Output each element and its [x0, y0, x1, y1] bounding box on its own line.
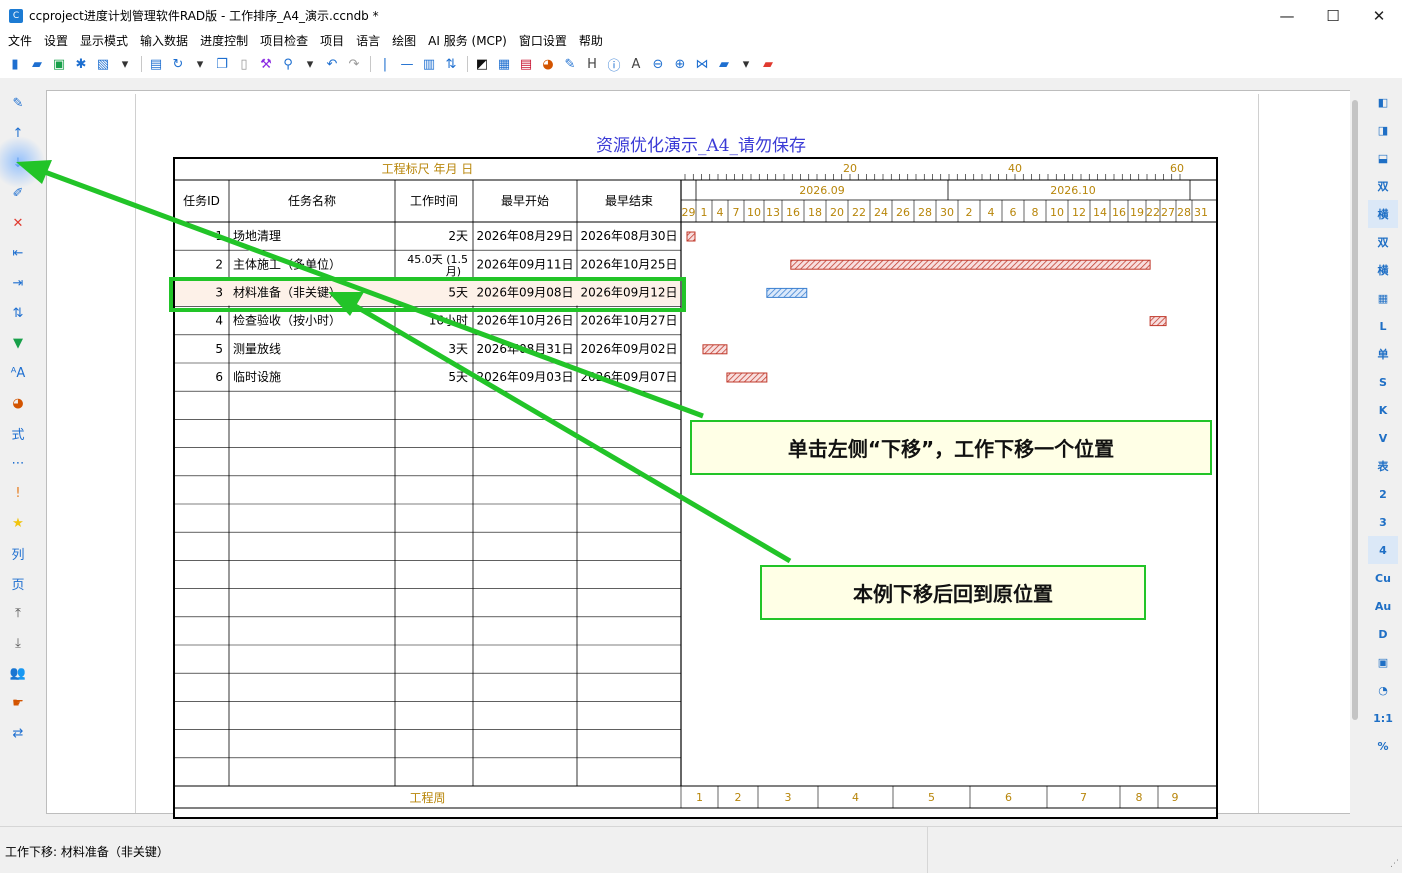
task-name: 临时设施 — [233, 370, 281, 384]
task-end: 2026年10月25日 — [580, 257, 677, 271]
callout-back-to-original: 本例下移后回到原位置 — [760, 565, 1146, 620]
week-label: 3 — [785, 791, 792, 804]
month-label: 2026.09 — [799, 184, 845, 197]
column-header: 最早结束 — [605, 194, 653, 208]
week-label: 4 — [852, 791, 859, 804]
day-label: 27 — [1161, 206, 1175, 219]
callout-move-down: 单击左侧“下移”，工作下移一个位置 — [690, 420, 1212, 475]
day-label: 8 — [1032, 206, 1039, 219]
day-label: 24 — [874, 206, 888, 219]
task-end: 2026年09月12日 — [580, 286, 677, 300]
task-duration: 3天 — [448, 342, 468, 356]
day-label: 20 — [830, 206, 844, 219]
ruler-tick-label: 20 — [843, 162, 857, 175]
task-end: 2026年08月30日 — [580, 229, 677, 243]
task-duration-sub: 月) — [446, 265, 461, 278]
task-start: 2026年09月11日 — [476, 257, 573, 271]
gantt-table: 工程标尺 年月 日 20 40 602026.09 2026.1029 1 4 7 10 13 16… — [173, 157, 1218, 819]
day-label: 31 — [1194, 206, 1208, 219]
task-start: 2026年09月08日 — [476, 286, 573, 300]
month-label: 2026.10 — [1050, 184, 1096, 197]
ruler-tick-label: 40 — [1008, 162, 1022, 175]
day-label: 28 — [918, 206, 932, 219]
gantt-bar — [686, 231, 696, 242]
day-label: 13 — [766, 206, 780, 219]
column-header: 最早开始 — [501, 194, 549, 208]
task-duration: 2天 — [448, 229, 468, 243]
task-name: 测量放线 — [233, 341, 281, 356]
week-label: 8 — [1136, 791, 1143, 804]
day-label: 22 — [852, 206, 866, 219]
day-label: 14 — [1093, 206, 1107, 219]
task-id: 2 — [215, 257, 223, 271]
resize-grip[interactable]: ⋰ — [1390, 859, 1399, 869]
gantt-bar — [766, 287, 808, 298]
task-end: 2026年09月07日 — [580, 370, 677, 384]
week-label: 1 — [696, 791, 703, 804]
task-id: 4 — [215, 314, 223, 328]
gantt-bar — [1149, 316, 1167, 327]
day-label: 4 — [717, 206, 724, 219]
task-duration: 5天 — [448, 286, 468, 300]
column-header: 任务ID — [183, 193, 220, 208]
task-name: 主体施工（多单位） — [233, 256, 341, 271]
ruler-label: 工程标尺 年月 日 — [382, 161, 474, 176]
column-header: 任务名称 — [288, 193, 336, 208]
week-label: 9 — [1172, 791, 1179, 804]
task-start: 2026年09月03日 — [476, 370, 573, 384]
week-label: 5 — [928, 791, 935, 804]
gantt-bar — [702, 344, 728, 355]
day-label: 12 — [1072, 206, 1086, 219]
status-bar: 工作下移: 材料准备（非关键） ⋰ — [0, 826, 1402, 873]
task-duration: 5天 — [448, 370, 468, 384]
task-end: 2026年10月27日 — [580, 314, 677, 328]
day-label: 2 — [966, 206, 973, 219]
status-text: 工作下移: 材料准备（非关键） — [5, 845, 169, 859]
day-label: 1 — [701, 206, 708, 219]
gantt-bar — [726, 372, 768, 383]
day-label: 4 — [988, 206, 995, 219]
footer-label: 工程周 — [409, 790, 445, 805]
week-label: 2 — [735, 791, 742, 804]
column-header: 工作时间 — [410, 194, 458, 208]
day-label: 28 — [1177, 206, 1191, 219]
task-duration: 16小时 — [429, 314, 468, 328]
day-label: 26 — [896, 206, 910, 219]
ruler-tick-label: 60 — [1170, 162, 1184, 175]
day-label: 6 — [1010, 206, 1017, 219]
day-label: 7 — [733, 206, 740, 219]
day-label: 16 — [1112, 206, 1126, 219]
task-id: 5 — [215, 342, 223, 356]
week-label: 6 — [1005, 791, 1012, 804]
task-start: 2026年10月26日 — [476, 314, 573, 328]
day-label: 30 — [940, 206, 954, 219]
day-label: 29 — [682, 206, 696, 219]
week-label: 7 — [1080, 791, 1087, 804]
task-id: 6 — [215, 370, 223, 384]
task-name: 材料准备（非关键） — [233, 286, 341, 300]
task-end: 2026年09月02日 — [580, 342, 677, 356]
task-name: 场地清理 — [233, 229, 281, 243]
task-id: 3 — [215, 286, 223, 300]
gantt-bar — [790, 259, 1151, 270]
task-start: 2026年08月29日 — [476, 229, 573, 243]
day-label: 18 — [808, 206, 822, 219]
task-id: 1 — [215, 229, 223, 243]
status-divider — [927, 827, 928, 873]
day-label: 10 — [1050, 206, 1064, 219]
day-label: 16 — [786, 206, 800, 219]
day-label: 10 — [747, 206, 761, 219]
day-label: 19 — [1130, 206, 1144, 219]
task-start: 2026年08月31日 — [476, 342, 573, 356]
task-name: 检查验收（按小时） — [233, 313, 341, 328]
day-label: 22 — [1146, 206, 1160, 219]
